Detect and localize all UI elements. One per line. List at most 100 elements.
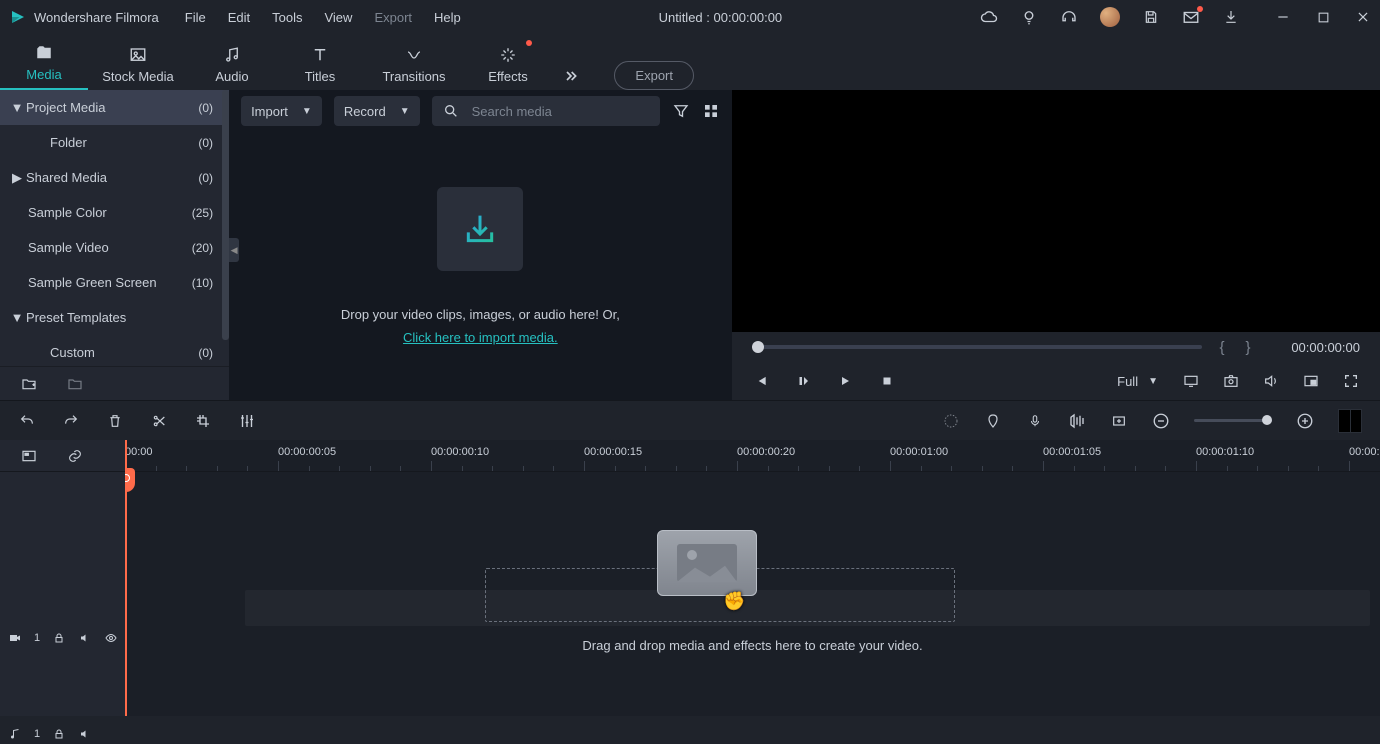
chevron-down-icon: ▼ bbox=[1148, 376, 1158, 387]
menu-view[interactable]: View bbox=[324, 10, 352, 25]
delete-icon[interactable] bbox=[106, 412, 124, 430]
mail-icon[interactable] bbox=[1182, 8, 1200, 26]
undo-icon[interactable] bbox=[18, 412, 36, 430]
play-pause-icon[interactable] bbox=[794, 372, 812, 390]
scrub-slider[interactable] bbox=[752, 345, 1202, 349]
tabs-right: Export bbox=[552, 61, 712, 90]
delete-folder-icon[interactable] bbox=[66, 375, 84, 393]
playhead-handle[interactable] bbox=[125, 468, 135, 492]
library-item-count: (10) bbox=[192, 276, 213, 290]
library-item-preset-templates[interactable]: ▼ Preset Templates bbox=[0, 300, 229, 335]
maximize-icon[interactable] bbox=[1314, 8, 1332, 26]
video-track-header[interactable]: 1 bbox=[8, 628, 118, 648]
adjust-icon[interactable] bbox=[238, 412, 256, 430]
play-icon[interactable] bbox=[836, 372, 854, 390]
display-settings-icon[interactable] bbox=[1182, 372, 1200, 390]
tab-titles[interactable]: Titles bbox=[276, 34, 364, 90]
volume-icon[interactable] bbox=[1262, 372, 1280, 390]
library-item-count: (0) bbox=[198, 346, 213, 360]
media-drop-zone[interactable]: Drop your video clips, images, or audio … bbox=[229, 132, 732, 400]
visibility-icon[interactable] bbox=[104, 631, 118, 645]
filter-icon[interactable] bbox=[672, 102, 690, 120]
tab-audio[interactable]: Audio bbox=[188, 34, 276, 90]
import-media-button[interactable] bbox=[437, 187, 523, 271]
zoom-fit-icon[interactable] bbox=[1338, 409, 1362, 433]
voiceover-icon[interactable] bbox=[1026, 412, 1044, 430]
mark-out-icon[interactable]: } bbox=[1242, 339, 1254, 356]
mute-icon[interactable] bbox=[78, 631, 92, 645]
mark-in-icon[interactable]: { bbox=[1216, 339, 1228, 356]
download-icon[interactable] bbox=[1222, 8, 1240, 26]
import-media-link[interactable]: Click here to import media. bbox=[403, 330, 558, 345]
tab-stock-media[interactable]: Stock Media bbox=[88, 34, 188, 90]
search-input[interactable] bbox=[470, 103, 650, 120]
snapshot-icon[interactable] bbox=[1222, 372, 1240, 390]
library-item-count: (0) bbox=[198, 136, 213, 150]
image-icon bbox=[128, 45, 148, 65]
app-logo-icon bbox=[8, 7, 28, 27]
menu-file[interactable]: File bbox=[185, 10, 206, 25]
timeline-canvas[interactable]: 00:0000:00:00:0500:00:00:1000:00:00:1500… bbox=[125, 440, 1380, 716]
headset-icon[interactable] bbox=[1060, 8, 1078, 26]
video-track-icon bbox=[8, 631, 22, 645]
library-item-folder[interactable]: Folder (0) bbox=[0, 125, 229, 160]
lock-icon[interactable] bbox=[52, 727, 66, 741]
timeline-view-icon[interactable] bbox=[20, 447, 38, 465]
audio-mixer-icon[interactable] bbox=[1068, 412, 1086, 430]
scrollbar[interactable] bbox=[222, 90, 229, 340]
menu-help[interactable]: Help bbox=[434, 10, 461, 25]
zoom-slider[interactable] bbox=[1194, 419, 1272, 422]
minimize-icon[interactable] bbox=[1274, 8, 1292, 26]
more-tabs-icon[interactable] bbox=[556, 67, 586, 85]
close-icon[interactable] bbox=[1354, 8, 1372, 26]
add-marker-icon[interactable] bbox=[1110, 412, 1128, 430]
pip-icon[interactable] bbox=[1302, 372, 1320, 390]
marker-icon[interactable] bbox=[984, 412, 1002, 430]
lightbulb-icon[interactable] bbox=[1020, 8, 1038, 26]
render-icon[interactable] bbox=[942, 412, 960, 430]
fullscreen-icon[interactable] bbox=[1342, 372, 1360, 390]
cloud-icon[interactable] bbox=[980, 8, 998, 26]
preview-timecode: 00:00:00:00 bbox=[1268, 340, 1360, 355]
playhead[interactable] bbox=[125, 440, 127, 716]
lock-icon[interactable] bbox=[52, 631, 66, 645]
zoom-out-icon[interactable] bbox=[1152, 412, 1170, 430]
chevron-down-icon: ▼ bbox=[10, 310, 24, 325]
audio-track-header[interactable]: 1 bbox=[8, 724, 92, 744]
tab-audio-label: Audio bbox=[215, 69, 248, 84]
preview-quality-dropdown[interactable]: Full ▼ bbox=[1117, 374, 1158, 389]
library-item-sample-green-screen[interactable]: Sample Green Screen (10) bbox=[0, 265, 229, 300]
timeline-ruler[interactable]: 00:0000:00:00:0500:00:00:1000:00:00:1500… bbox=[125, 440, 1380, 472]
user-avatar[interactable] bbox=[1100, 7, 1120, 27]
library-item-sample-color[interactable]: Sample Color (25) bbox=[0, 195, 229, 230]
save-icon[interactable] bbox=[1142, 8, 1160, 26]
crop-icon[interactable] bbox=[194, 412, 212, 430]
tab-transitions[interactable]: Transitions bbox=[364, 34, 464, 90]
panel-collapse-handle[interactable]: ◀ bbox=[229, 238, 239, 262]
new-folder-icon[interactable] bbox=[20, 375, 38, 393]
stop-icon[interactable] bbox=[878, 372, 896, 390]
library-item-project-media[interactable]: ▼ Project Media (0) bbox=[0, 90, 229, 125]
mute-icon[interactable] bbox=[78, 727, 92, 741]
folder-icon bbox=[34, 43, 54, 63]
library-item-sample-video[interactable]: Sample Video (20) bbox=[0, 230, 229, 265]
library-item-custom[interactable]: Custom (0) bbox=[0, 335, 229, 366]
redo-icon[interactable] bbox=[62, 412, 80, 430]
search-media-field[interactable] bbox=[432, 96, 660, 126]
menu-edit[interactable]: Edit bbox=[228, 10, 250, 25]
split-icon[interactable] bbox=[150, 412, 168, 430]
record-dropdown[interactable]: Record ▼ bbox=[334, 96, 420, 126]
library-item-shared-media[interactable]: ▶ Shared Media (0) bbox=[0, 160, 229, 195]
scrub-thumb[interactable] bbox=[752, 341, 764, 353]
zoom-thumb[interactable] bbox=[1262, 415, 1272, 425]
export-button[interactable]: Export bbox=[614, 61, 694, 90]
menu-tools[interactable]: Tools bbox=[272, 10, 302, 25]
grid-view-icon[interactable] bbox=[702, 102, 720, 120]
tab-effects[interactable]: Effects bbox=[464, 34, 552, 90]
tab-media[interactable]: Media bbox=[0, 34, 88, 90]
link-icon[interactable] bbox=[66, 447, 84, 465]
zoom-in-icon[interactable] bbox=[1296, 412, 1314, 430]
drop-hint-text: Drop your video clips, images, or audio … bbox=[341, 307, 620, 322]
import-dropdown[interactable]: Import ▼ bbox=[241, 96, 322, 126]
prev-frame-icon[interactable] bbox=[752, 372, 770, 390]
